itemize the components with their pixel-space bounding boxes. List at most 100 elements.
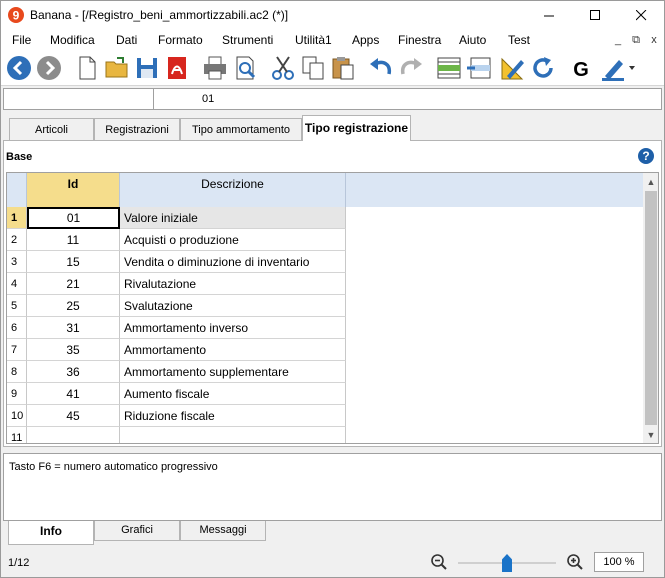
help-icon[interactable]: ? <box>638 148 654 164</box>
table-row[interactable]: 10 45 Riduzione fiscale <box>7 405 347 427</box>
print-preview-icon[interactable] <box>231 54 259 82</box>
cell-description[interactable]: Svalutazione <box>120 295 346 317</box>
cell-id[interactable]: 11 <box>27 229 120 251</box>
maximize-icon <box>589 9 600 20</box>
row-number[interactable]: 11 <box>7 427 27 443</box>
cell-description[interactable]: Acquisti o produzione <box>120 229 346 251</box>
table-row[interactable]: 8 36 Ammortamento supplementare <box>7 361 347 383</box>
forward-icon[interactable] <box>35 54 63 82</box>
cell-description[interactable]: Riduzione fiscale <box>120 405 346 427</box>
tab-info[interactable]: Info <box>8 521 94 545</box>
cell-id[interactable] <box>27 427 120 443</box>
cell-id[interactable]: 15 <box>27 251 120 273</box>
table-row[interactable]: 11 <box>7 427 347 443</box>
menu-dati[interactable]: Dati <box>116 33 137 47</box>
zoom-out-icon[interactable] <box>430 553 448 571</box>
paste-icon[interactable] <box>329 54 357 82</box>
column-header-id[interactable]: Id <box>27 173 120 207</box>
cell-description[interactable]: Ammortamento <box>120 339 346 361</box>
refresh-icon[interactable] <box>529 54 557 82</box>
highlighter-icon[interactable] <box>599 54 639 82</box>
tab-grafici[interactable]: Grafici <box>94 521 180 541</box>
row-number[interactable]: 10 <box>7 405 27 427</box>
row-number[interactable]: 8 <box>7 361 27 383</box>
cell-description[interactable] <box>120 427 346 443</box>
delete-row-icon[interactable] <box>465 54 493 82</box>
cell-id[interactable]: 21 <box>27 273 120 295</box>
cell-value-text[interactable]: 01 <box>202 93 214 105</box>
cell-description[interactable]: Vendita o diminuzione di inventario <box>120 251 346 273</box>
row-number[interactable]: 9 <box>7 383 27 405</box>
cell-description[interactable]: Valore iniziale <box>120 207 346 229</box>
cell-bar-divider <box>153 88 154 110</box>
mdi-minimize-button[interactable]: _ <box>611 33 625 47</box>
scroll-down-icon[interactable]: ▼ <box>646 430 656 440</box>
open-folder-icon[interactable] <box>103 54 131 82</box>
insert-row-icon[interactable] <box>435 54 463 82</box>
row-number[interactable]: 3 <box>7 251 27 273</box>
menu-strumenti[interactable]: Strumenti <box>222 33 273 47</box>
edit-pencil-icon[interactable] <box>499 54 527 82</box>
copy-icon[interactable] <box>299 54 327 82</box>
cell-id[interactable]: 31 <box>27 317 120 339</box>
cut-icon[interactable] <box>269 54 297 82</box>
menu-file[interactable]: File <box>12 33 31 47</box>
menu-modifica[interactable]: Modifica <box>50 33 95 47</box>
menu-finestra[interactable]: Finestra <box>398 33 441 47</box>
table-row[interactable]: 2 11 Acquisti o produzione <box>7 229 347 251</box>
menu-apps[interactable]: Apps <box>352 33 379 47</box>
cell-description[interactable]: Ammortamento supplementare <box>120 361 346 383</box>
tab-tipo-registrazione[interactable]: Tipo registrazione <box>302 115 411 141</box>
table-row[interactable]: 5 25 Svalutazione <box>7 295 347 317</box>
menu-formato[interactable]: Formato <box>158 33 203 47</box>
scrollbar-thumb[interactable] <box>645 191 657 425</box>
cell-description[interactable]: Aumento fiscale <box>120 383 346 405</box>
zoom-value-field[interactable]: 100 % <box>594 552 644 572</box>
cell-id[interactable]: 41 <box>27 383 120 405</box>
cell-value-bar[interactable] <box>3 88 662 110</box>
table-row[interactable]: 6 31 Ammortamento inverso <box>7 317 347 339</box>
grid-header: Id Descrizione <box>7 173 643 207</box>
cell-id[interactable]: 01 <box>27 207 120 229</box>
cell-description[interactable]: Ammortamento inverso <box>120 317 346 339</box>
table-row[interactable]: 9 41 Aumento fiscale <box>7 383 347 405</box>
cell-id[interactable]: 36 <box>27 361 120 383</box>
cell-id[interactable]: 45 <box>27 405 120 427</box>
tab-tipo-ammortamento[interactable]: Tipo ammortamento <box>180 118 302 140</box>
close-button[interactable] <box>618 0 664 30</box>
minimize-button[interactable] <box>526 0 572 30</box>
table-row[interactable]: 3 15 Vendita o diminuzione di inventario <box>7 251 347 273</box>
column-header-descrizione[interactable]: Descrizione <box>120 173 346 207</box>
cell-description[interactable]: Rivalutazione <box>120 273 346 295</box>
tab-articoli[interactable]: Articoli <box>9 118 94 140</box>
cell-id[interactable]: 35 <box>27 339 120 361</box>
pdf-icon[interactable] <box>163 54 191 82</box>
menu-aiuto[interactable]: Aiuto <box>459 33 486 47</box>
maximize-button[interactable] <box>572 0 618 30</box>
table-row[interactable]: 1 01 Valore iniziale <box>7 207 347 229</box>
menu-utilita[interactable]: Utilità1 <box>295 33 332 47</box>
print-icon[interactable] <box>201 54 229 82</box>
g-icon[interactable]: G <box>567 54 595 82</box>
row-number[interactable]: 2 <box>7 229 27 251</box>
tab-registrazioni[interactable]: Registrazioni <box>94 118 180 140</box>
row-number[interactable]: 6 <box>7 317 27 339</box>
undo-icon[interactable] <box>367 54 395 82</box>
new-file-icon[interactable] <box>73 54 101 82</box>
back-icon[interactable] <box>5 54 33 82</box>
save-icon[interactable] <box>133 54 161 82</box>
tab-messaggi[interactable]: Messaggi <box>180 521 266 541</box>
row-number[interactable]: 1 <box>7 207 27 229</box>
zoom-in-icon[interactable] <box>566 553 584 571</box>
mdi-close-button[interactable]: x <box>647 33 661 47</box>
mdi-restore-button[interactable]: ⧉ <box>629 33 643 47</box>
menu-test[interactable]: Test <box>508 33 530 47</box>
table-row[interactable]: 7 35 Ammortamento <box>7 339 347 361</box>
row-number[interactable]: 4 <box>7 273 27 295</box>
redo-icon[interactable] <box>397 54 425 82</box>
row-number[interactable]: 7 <box>7 339 27 361</box>
table-row[interactable]: 4 21 Rivalutazione <box>7 273 347 295</box>
row-number[interactable]: 5 <box>7 295 27 317</box>
scroll-up-icon[interactable]: ▲ <box>646 177 656 187</box>
cell-id[interactable]: 25 <box>27 295 120 317</box>
